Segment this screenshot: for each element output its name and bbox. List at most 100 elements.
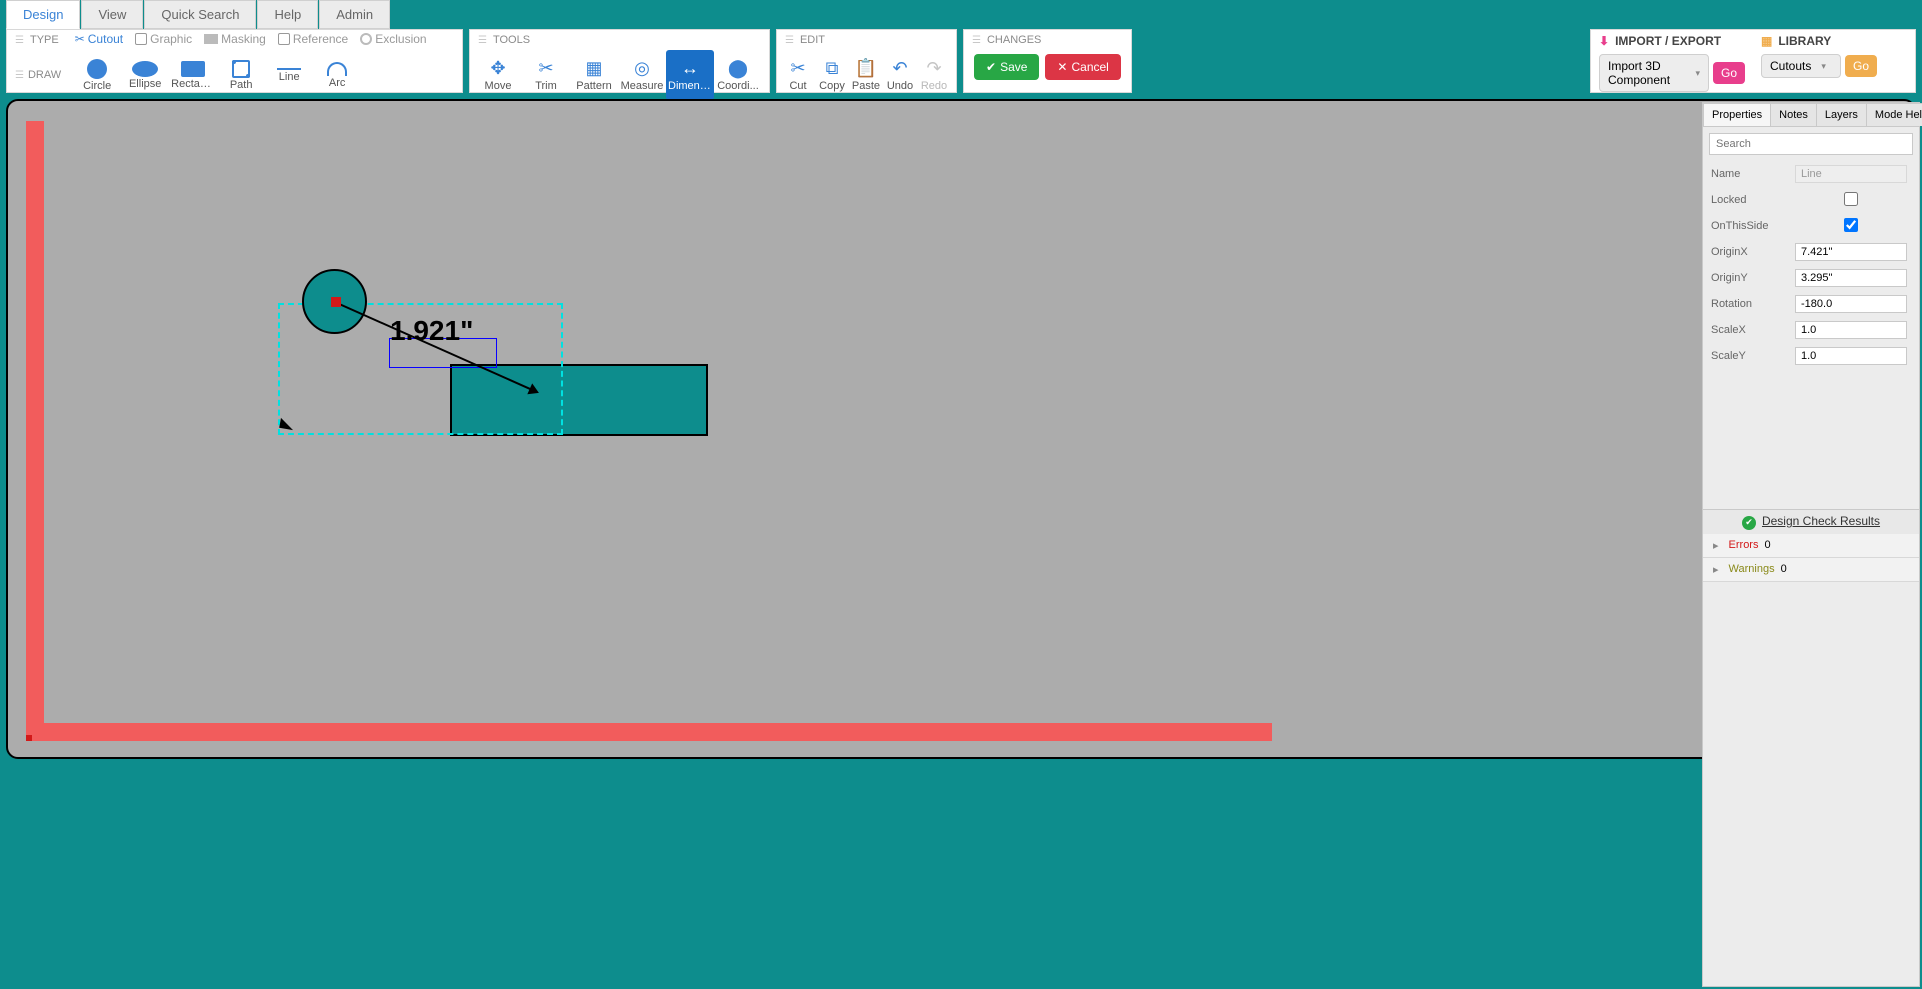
type-graphic[interactable]: Graphic	[135, 32, 192, 46]
cancel-button[interactable]: ✕Cancel	[1045, 54, 1120, 80]
warnings-label: Warnings	[1729, 563, 1775, 575]
library-label: LIBRARY	[1778, 34, 1831, 48]
paste-icon: 📋	[855, 58, 877, 79]
tab-design[interactable]: Design	[6, 0, 80, 29]
prop-scaley-label: ScaleY	[1711, 350, 1795, 362]
library-go-button[interactable]: Go	[1845, 55, 1877, 77]
type-exclusion[interactable]: Exclusion	[360, 32, 426, 46]
dimension-value: 1.921"	[390, 315, 473, 347]
library-dropdown[interactable]: Cutouts	[1761, 54, 1841, 78]
measure-icon: ◎	[634, 58, 650, 79]
dimension-handle[interactable]	[331, 297, 341, 307]
type-cutout[interactable]: ✂Cutout	[75, 32, 123, 46]
import-dropdown[interactable]: Import 3D Component	[1599, 54, 1709, 92]
pin-icon: ⬤	[728, 58, 748, 79]
tool-pattern[interactable]: ▦Pattern	[570, 50, 618, 100]
edit-paste[interactable]: 📋Paste	[849, 50, 883, 100]
prop-locked-checkbox[interactable]	[1795, 192, 1907, 206]
design-check-header[interactable]: Design Check Results	[1703, 509, 1919, 534]
design-canvas[interactable]: 1.921"	[6, 99, 1916, 759]
tool-measure[interactable]: ◎Measure	[618, 50, 666, 100]
move-icon: ✥	[490, 58, 505, 79]
corner-handle	[26, 735, 32, 741]
tab-view[interactable]: View	[81, 0, 143, 29]
edit-redo[interactable]: ↷Redo	[917, 50, 951, 100]
prop-rotation-label: Rotation	[1711, 298, 1795, 310]
save-button[interactable]: ✔Save	[974, 54, 1039, 80]
draw-tools: Circle Ellipse Rectan... Path Line Arc	[69, 48, 365, 102]
errors-row[interactable]: Errors 0	[1703, 534, 1919, 558]
panel-changes: CHANGES ✔Save ✕Cancel	[963, 29, 1132, 93]
prop-rotation-input[interactable]	[1795, 295, 1907, 313]
type-reference[interactable]: Reference	[278, 32, 348, 46]
draw-path[interactable]: Path	[217, 50, 265, 100]
prop-name-label: Name	[1711, 168, 1795, 180]
prop-scalex-label: ScaleX	[1711, 324, 1795, 336]
draw-label: DRAW	[7, 69, 69, 81]
warnings-row[interactable]: Warnings 0	[1703, 558, 1919, 582]
edit-copy[interactable]: ⧉Copy	[815, 50, 849, 100]
prop-scalex-input[interactable]	[1795, 321, 1907, 339]
prop-scaley-input[interactable]	[1795, 347, 1907, 365]
changes-label: CHANGES	[964, 30, 1049, 48]
tool-move[interactable]: ✥Move	[474, 50, 522, 100]
edit-cut[interactable]: ✂Cut	[781, 50, 815, 100]
library-section: ▦ LIBRARY Cutouts Go	[1753, 30, 1915, 92]
panel-import-library: ⬇IMPORT / EXPORT Import 3D Component Go …	[1590, 29, 1916, 93]
dimension-icon: ↔	[681, 58, 699, 79]
type-label: TYPE	[7, 30, 67, 48]
warnings-count: 0	[1781, 563, 1787, 575]
copy-icon: ⧉	[826, 58, 839, 79]
check-ok-icon	[1742, 514, 1762, 528]
tool-trim[interactable]: ✂Trim	[522, 50, 570, 100]
side-tab-notes[interactable]: Notes	[1770, 103, 1817, 126]
tab-help[interactable]: Help	[257, 0, 318, 29]
frame-left	[26, 121, 44, 731]
type-masking[interactable]: Masking	[204, 32, 266, 46]
tool-dimension[interactable]: ↔Dimens...	[666, 50, 714, 100]
draw-circle[interactable]: Circle	[73, 50, 121, 100]
download-icon: ⬇	[1599, 34, 1609, 48]
properties-search[interactable]	[1709, 133, 1913, 155]
panel-tools: TOOLS ✥Move ✂Trim ▦Pattern ◎Measure ↔Dim…	[469, 29, 770, 93]
undo-icon: ↶	[892, 58, 907, 79]
panel-type-draw: TYPE ✂Cutout Graphic Masking Reference E…	[6, 29, 463, 93]
errors-count: 0	[1764, 539, 1770, 551]
prop-locked-label: Locked	[1711, 194, 1795, 206]
side-tab-properties[interactable]: Properties	[1703, 103, 1771, 126]
edit-undo[interactable]: ↶Undo	[883, 50, 917, 100]
side-tab-layers[interactable]: Layers	[1816, 103, 1867, 126]
line-icon	[277, 68, 301, 70]
edit-label: EDIT	[777, 30, 956, 48]
ellipse-icon	[132, 61, 158, 77]
redo-icon: ↷	[926, 58, 941, 79]
x-icon: ✕	[1057, 60, 1067, 74]
side-tab-mode-help[interactable]: Mode Help	[1866, 103, 1922, 126]
library-icon: ▦	[1761, 34, 1772, 48]
top-menu: Design View Quick Search Help Admin	[0, 0, 1922, 29]
frame-bottom	[26, 723, 1272, 741]
design-check-link[interactable]: Design Check Results	[1762, 514, 1880, 528]
tools-label: TOOLS	[470, 30, 769, 48]
path-icon	[232, 60, 250, 78]
import-go-button[interactable]: Go	[1713, 62, 1745, 84]
prop-originx-input[interactable]	[1795, 243, 1907, 261]
rectangle-icon	[181, 61, 205, 77]
scissors-icon: ✂	[538, 58, 553, 79]
tool-coordinates[interactable]: ⬤Coordi...	[714, 50, 762, 100]
tab-quick-search[interactable]: Quick Search	[144, 0, 256, 29]
type-options: ✂Cutout Graphic Masking Reference Exclus…	[67, 30, 435, 48]
arc-icon	[327, 62, 347, 76]
prop-originy-input[interactable]	[1795, 269, 1907, 287]
cut-icon: ✂	[790, 58, 805, 79]
draw-line[interactable]: Line	[265, 50, 313, 100]
tab-admin[interactable]: Admin	[319, 0, 390, 29]
draw-arc[interactable]: Arc	[313, 50, 361, 100]
prop-onthisside-checkbox[interactable]	[1795, 218, 1907, 232]
expand-errors-icon	[1713, 539, 1723, 552]
check-icon: ✔	[986, 60, 996, 74]
draw-ellipse[interactable]: Ellipse	[121, 50, 169, 100]
import-export-section: ⬇IMPORT / EXPORT Import 3D Component Go	[1591, 30, 1753, 92]
draw-rectangle[interactable]: Rectan...	[169, 50, 217, 100]
side-tabs: Properties Notes Layers Mode Help	[1703, 103, 1919, 127]
